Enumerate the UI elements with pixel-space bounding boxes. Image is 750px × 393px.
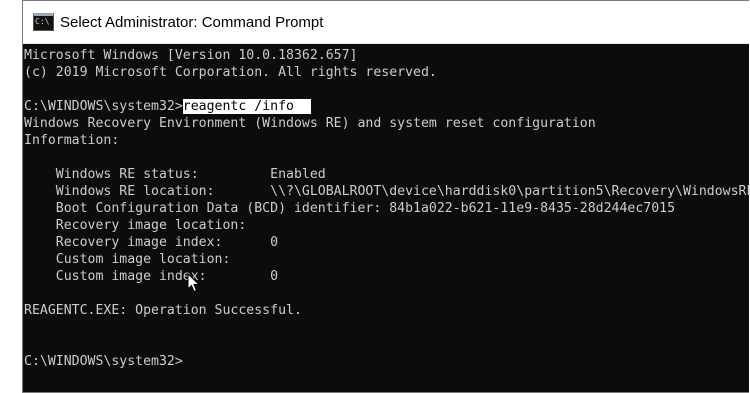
cmd-icon: C:\ (33, 13, 54, 31)
console-line: Windows RE location: \\?\GLOBALROOT\devi… (24, 184, 750, 199)
console-line: Windows RE status: Enabled (24, 167, 326, 182)
console-line: (c) 2019 Microsoft Corporation. All righ… (24, 65, 437, 80)
prompt: C:\WINDOWS\system32> (24, 99, 183, 114)
title-bar[interactable]: C:\ Select Administrator: Command Prompt (23, 1, 749, 44)
console-line: Information: (24, 133, 120, 148)
console-line: Recovery image location: (24, 218, 247, 233)
console-line: Windows Recovery Environment (Windows RE… (24, 116, 596, 131)
console-line: REAGENTC.EXE: Operation Successful. (24, 303, 302, 318)
selected-command[interactable]: reagentc /info (182, 99, 311, 114)
mouse-pointer-icon (187, 273, 201, 293)
command-line: C:\WINDOWS\system32>reagentc /info (24, 98, 749, 115)
console-line: Microsoft Windows [Version 10.0.18362.65… (24, 48, 358, 63)
console-line: Recovery image index: 0 (24, 235, 279, 250)
console-line: Custom image index: 0 (24, 269, 279, 284)
window-title: Select Administrator: Command Prompt (60, 13, 324, 31)
console-output[interactable]: Microsoft Windows [Version 10.0.18362.65… (23, 44, 750, 392)
console-line: Custom image location: (24, 252, 231, 267)
console-prompt-line[interactable]: C:\WINDOWS\system32> (24, 353, 749, 370)
console-line: Boot Configuration Data (BCD) identifier… (24, 201, 676, 216)
command-prompt-window: C:\ Select Administrator: Command Prompt… (22, 0, 750, 393)
